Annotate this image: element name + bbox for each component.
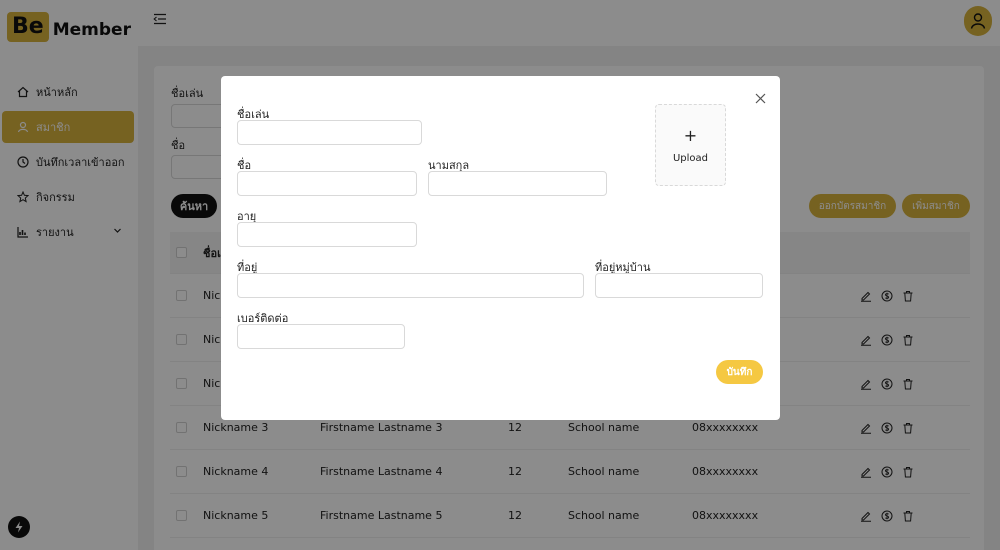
upload-label: Upload bbox=[672, 152, 709, 164]
village-input[interactable] bbox=[595, 273, 763, 298]
add-member-modal: ชื่อเล่น ชื่อ นามสกุล อายุ ที่อยู่ ที่อย… bbox=[221, 76, 780, 420]
age-input[interactable] bbox=[237, 222, 417, 247]
firstname-input[interactable] bbox=[237, 171, 417, 196]
close-icon[interactable] bbox=[753, 91, 767, 105]
nickname-input[interactable] bbox=[237, 120, 422, 145]
address-input[interactable] bbox=[237, 273, 584, 298]
plus-icon: + bbox=[683, 125, 698, 145]
save-button[interactable]: บันทึก bbox=[716, 360, 763, 384]
upload-button[interactable]: + Upload bbox=[655, 104, 726, 186]
phone-input[interactable] bbox=[237, 324, 405, 349]
lastname-input[interactable] bbox=[428, 171, 607, 196]
